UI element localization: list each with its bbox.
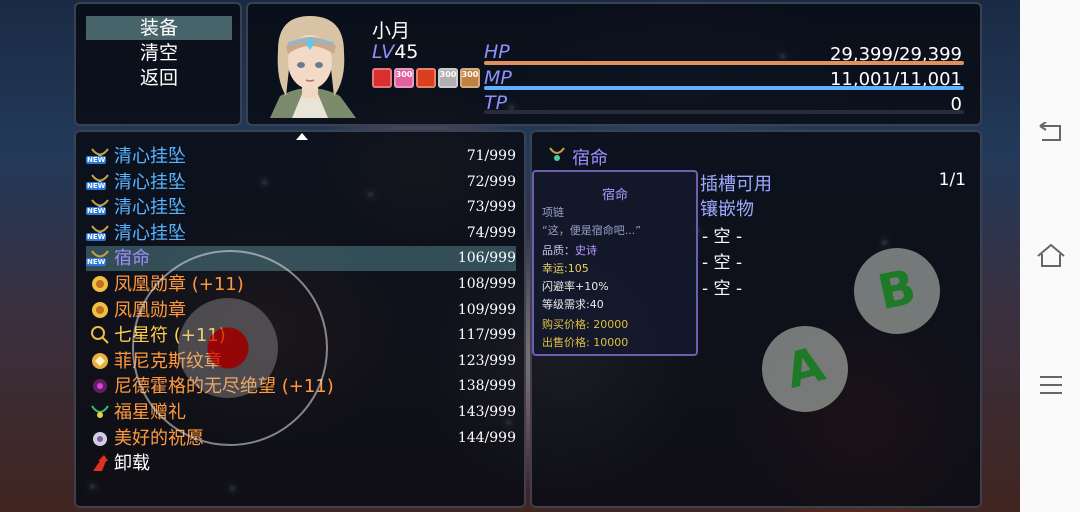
state-badge: 300	[439, 70, 457, 79]
wish-icon	[90, 428, 110, 448]
tooltip-buy-price: 购买价格: 20000	[542, 318, 629, 331]
tooltip-quality: 品质：史诗	[542, 244, 597, 257]
unequip-arrow-icon	[90, 453, 110, 473]
flame-rune-icon	[372, 68, 392, 88]
item-count: 72/999	[466, 173, 516, 190]
item-count: 71/999	[466, 148, 516, 164]
item-name: 卸载	[114, 453, 150, 475]
item-count: 73/999	[466, 199, 516, 216]
new-badge: NEW	[86, 207, 107, 216]
joystick-knob[interactable]	[178, 298, 278, 398]
item-count: 109/999	[457, 301, 516, 318]
mp-gauge-fill	[484, 86, 964, 90]
home-icon[interactable]	[1036, 242, 1066, 268]
item-name: 清心挂坠	[114, 146, 186, 167]
back-icon[interactable]	[1038, 121, 1064, 144]
inlay-slot-3[interactable]: - 空 -	[702, 274, 742, 299]
item-count: 123/999	[457, 352, 516, 369]
actor-portrait	[258, 10, 362, 118]
new-badge: NEW	[86, 232, 107, 241]
b-button[interactable]: B	[854, 248, 940, 334]
menu-icon[interactable]	[1038, 374, 1064, 396]
tooltip-evade: 闪避率+10%	[542, 280, 609, 293]
scroll-up-arrow-icon[interactable]	[296, 133, 308, 140]
item-name: 清心挂坠	[114, 171, 186, 193]
item-count: 144/999	[457, 429, 516, 446]
item-count: 138/999	[457, 378, 516, 395]
gauntlet-rune-icon: 300	[460, 68, 480, 88]
item-count: 143/999	[457, 404, 516, 420]
new-badge: NEW	[86, 258, 107, 267]
hp-gauge-fill	[484, 61, 964, 65]
actor-name: 小月	[372, 20, 411, 42]
lucky-gift-icon	[90, 402, 110, 422]
inlay-slot-2[interactable]: - 空 -	[702, 248, 742, 273]
status-window: 小月 LV45 300 300 300 HP 29,399/29,399 MP 11…	[246, 2, 982, 126]
system-nav-bar	[1020, 0, 1080, 512]
level-label: LV45	[372, 41, 419, 63]
tooltip-quote: “这，便是宿命吧...”	[542, 224, 641, 237]
skull-rune-icon: 300	[438, 68, 458, 88]
item-row[interactable]: NEW 清心挂坠 72/999	[86, 170, 516, 195]
state-badge: 300	[461, 70, 479, 79]
phoenix-medal-icon	[90, 300, 110, 320]
item-count: 108/999	[457, 276, 516, 292]
item-name: 清心挂坠	[114, 197, 186, 219]
hp-gauge	[484, 61, 964, 65]
item-row[interactable]: 美好的祝愿 144/999	[86, 426, 516, 451]
tooltip-luck: 幸运:105	[542, 262, 589, 275]
state-badge: 300	[395, 70, 413, 79]
dragon-orb-icon	[90, 376, 110, 396]
item-row[interactable]: NEW 清心挂坠 73/999	[86, 195, 516, 220]
level-value: 45	[394, 41, 419, 63]
item-count: 106/999	[457, 250, 516, 267]
command-equip[interactable]: 装备	[86, 16, 232, 40]
item-row[interactable]: NEW 宿命 106/999	[86, 246, 516, 272]
new-badge: NEW	[86, 181, 107, 190]
hp-label: HP	[484, 41, 510, 63]
tooltip-sell-price: 出售价格: 10000	[542, 336, 629, 349]
tooltip-title: 宿命	[601, 188, 628, 203]
tp-gauge	[484, 110, 964, 114]
item-name: 清心挂坠	[114, 222, 186, 244]
slots-value: 1/1	[938, 170, 966, 190]
command-back[interactable]: 返回	[86, 66, 232, 90]
game-screen: 装备 清空 返回 小月 LV45 300300300 HP 29,399/2	[0, 0, 1020, 512]
item-row[interactable]: NEW 清心挂坠 71/999	[86, 144, 516, 169]
a-button[interactable]: A	[762, 326, 848, 412]
pink-rune-icon: 300	[394, 68, 414, 88]
spiral-rune-icon	[416, 68, 436, 88]
command-clear[interactable]: 清空	[86, 41, 232, 65]
tooltip-level-req: 等级需求:40	[542, 298, 604, 311]
virtual-joystick[interactable]	[132, 250, 328, 446]
command-window: 装备 清空 返回	[74, 2, 242, 126]
seven-star-charm-icon	[90, 325, 110, 345]
tooltip-quality-value: 史诗	[575, 244, 597, 257]
mp-gauge	[484, 86, 964, 90]
item-name: 宿命	[114, 248, 150, 270]
item-count: 117/999	[457, 327, 516, 344]
crest-icon	[90, 351, 110, 371]
detail-item-name: 宿命	[572, 148, 608, 169]
detail-necklace-icon	[548, 146, 566, 164]
item-tooltip: 宿命 项链 “这，便是宿命吧...” 品质：史诗 幸运:105 闪避率+10% …	[532, 170, 698, 356]
tooltip-type: 项链	[542, 206, 564, 219]
item-row[interactable]: 卸载	[86, 451, 516, 476]
inlay-slot-1[interactable]: - 空 -	[702, 222, 742, 247]
item-count: 74/999	[466, 224, 516, 241]
slots-label: 插槽可用	[700, 174, 772, 195]
item-row[interactable]: NEW 清心挂坠 74/999	[86, 221, 516, 246]
new-badge: NEW	[86, 156, 107, 164]
inlay-label: 镶嵌物	[700, 199, 754, 220]
phoenix-medal-icon	[90, 274, 110, 294]
